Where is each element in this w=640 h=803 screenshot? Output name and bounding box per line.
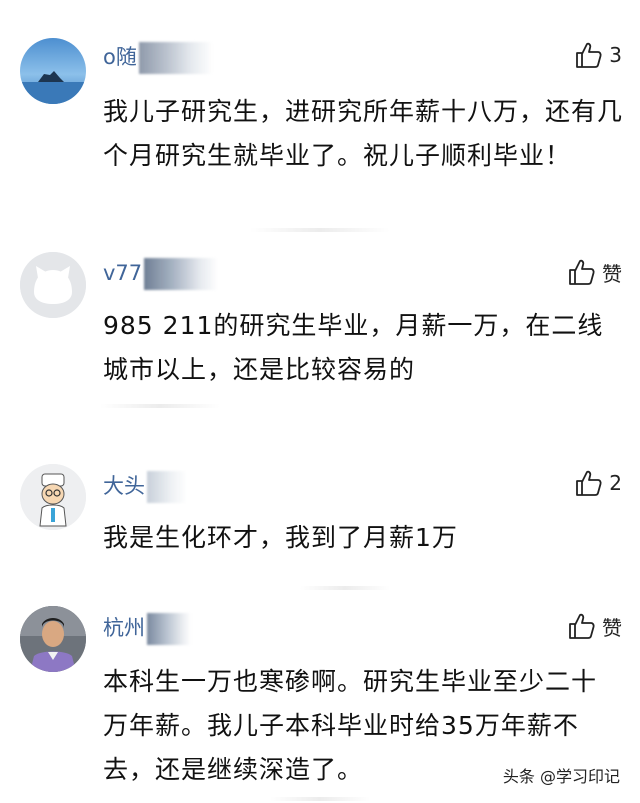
comment-username[interactable]: o随: [103, 41, 213, 74]
divider: [100, 404, 220, 408]
watermark: 头条 @学习印记: [503, 763, 620, 787]
divider: [300, 586, 390, 590]
divider: [270, 797, 370, 801]
name-redaction: [144, 258, 219, 290]
like-button[interactable]: 赞: [566, 257, 622, 287]
thumbs-up-icon: [576, 470, 602, 496]
avatar[interactable]: [20, 464, 86, 530]
avatar[interactable]: [20, 38, 86, 104]
like-count: 3: [609, 43, 622, 67]
comment-username[interactable]: v77: [103, 258, 219, 290]
thumbs-up-icon: [576, 42, 602, 68]
thumbs-up-icon: [569, 613, 595, 639]
username-text: v77: [103, 261, 143, 285]
like-button[interactable]: 3: [573, 40, 622, 70]
like-count: 赞: [602, 261, 622, 286]
username-text: 大头: [103, 474, 145, 498]
thumbs-up-icon: [569, 259, 595, 285]
name-redaction: [147, 471, 187, 503]
comment-username[interactable]: 杭州: [103, 612, 191, 645]
like-button[interactable]: 2: [573, 468, 622, 498]
comment-text: 我是生化环才，我到了月薪1万: [103, 523, 458, 552]
like-count: 2: [609, 471, 622, 495]
like-count: 赞: [602, 615, 622, 640]
avatar[interactable]: [20, 606, 86, 672]
avatar[interactable]: [20, 252, 86, 318]
username-text: o随: [103, 45, 137, 69]
divider: [250, 228, 390, 232]
name-redaction: [147, 613, 191, 645]
watermark-text: 头条 @学习印记: [502, 767, 620, 786]
name-redaction: [138, 42, 213, 74]
comment-text: 985 211的研究生毕业，月薪一万，在二线城市以上，还是比较容易的: [103, 311, 604, 384]
comment-text: 我儿子研究生，进研究所年薪十八万，还有几个月研究生就毕业了。祝儿子顺利毕业！: [103, 97, 624, 170]
like-button[interactable]: 赞: [566, 611, 622, 641]
username-text: 杭州: [103, 616, 145, 640]
comment-username[interactable]: 大头: [103, 470, 187, 503]
